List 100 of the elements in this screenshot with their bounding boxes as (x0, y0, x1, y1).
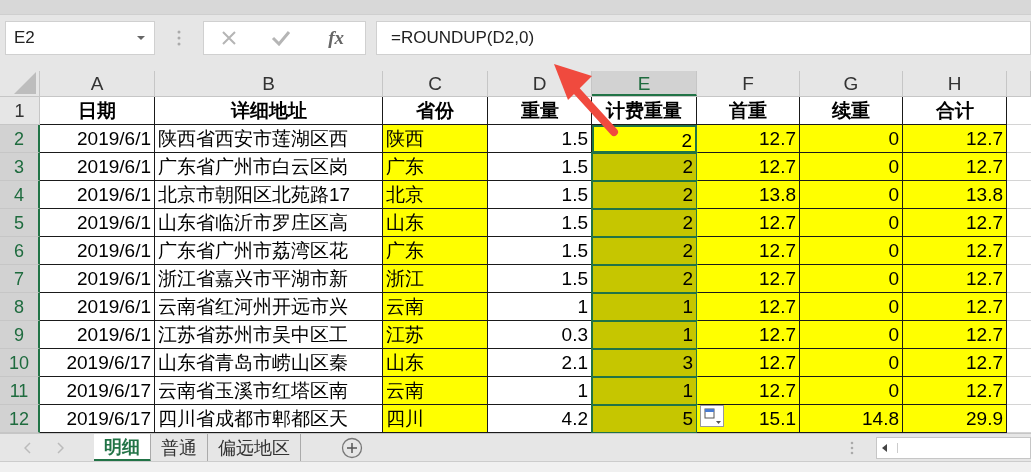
table-cell[interactable]: 5 (592, 405, 697, 433)
table-cell[interactable]: 详细地址 (155, 97, 383, 125)
column-header[interactable]: B (155, 71, 383, 96)
table-cell[interactable]: 重量 (488, 97, 592, 125)
table-cell[interactable]: 云南省红河州开远市兴 (155, 293, 383, 321)
table-cell[interactable]: 0 (800, 237, 903, 265)
cancel-icon[interactable] (220, 30, 237, 46)
paste-options-popup[interactable] (700, 405, 724, 427)
table-cell[interactable]: 云南 (383, 377, 488, 405)
column-header[interactable]: H (903, 71, 1007, 96)
table-cell[interactable]: 2 (592, 125, 697, 153)
table-cell[interactable]: 陕西 (383, 125, 488, 153)
table-cell[interactable]: 省份 (383, 97, 488, 125)
table-cell[interactable]: 0 (800, 293, 903, 321)
table-cell[interactable]: 0 (800, 349, 903, 377)
table-cell[interactable]: 0 (800, 209, 903, 237)
table-cell[interactable]: 29.9 (903, 405, 1007, 433)
table-cell[interactable]: 12.7 (903, 321, 1007, 349)
table-cell[interactable]: 12.7 (697, 125, 800, 153)
table-cell[interactable]: 2019/6/17 (40, 377, 155, 405)
row-header[interactable]: 4 (0, 181, 40, 209)
table-cell[interactable]: 12.7 (903, 209, 1007, 237)
table-cell[interactable]: 广东 (383, 237, 488, 265)
table-cell[interactable]: 山东 (383, 349, 488, 377)
table-cell[interactable]: 2019/6/1 (40, 209, 155, 237)
table-cell[interactable]: 13.8 (903, 181, 1007, 209)
table-cell[interactable]: 12.7 (697, 293, 800, 321)
table-cell[interactable]: 四川 (383, 405, 488, 433)
column-header[interactable]: C (383, 71, 488, 96)
table-cell[interactable]: 12.7 (697, 237, 800, 265)
table-cell[interactable]: 2019/6/1 (40, 293, 155, 321)
table-cell[interactable]: 2 (592, 237, 697, 265)
table-cell[interactable]: 12.7 (697, 349, 800, 377)
table-cell[interactable]: 0 (800, 153, 903, 181)
row-header[interactable]: 11 (0, 377, 40, 405)
table-cell[interactable]: 12.7 (697, 377, 800, 405)
table-cell[interactable]: 12.7 (903, 237, 1007, 265)
insert-function-button[interactable]: fx (324, 27, 349, 49)
caret-icon[interactable] (136, 35, 146, 41)
table-cell[interactable]: 13.8 (697, 181, 800, 209)
table-cell[interactable]: 0 (800, 181, 903, 209)
table-cell[interactable]: 2 (592, 209, 697, 237)
column-header[interactable]: G (800, 71, 903, 96)
table-cell[interactable]: 合计 (903, 97, 1007, 125)
table-cell[interactable]: 14.8 (800, 405, 903, 433)
table-cell[interactable]: 2019/6/1 (40, 181, 155, 209)
row-header[interactable]: 2 (0, 125, 40, 153)
table-cell[interactable]: 山东省青岛市崂山区秦 (155, 349, 383, 377)
column-header[interactable]: A (40, 71, 155, 96)
row-header[interactable]: 7 (0, 265, 40, 293)
table-cell[interactable]: 12.7 (903, 349, 1007, 377)
table-cell[interactable]: 北京市朝阳区北苑路17 (155, 181, 383, 209)
table-cell[interactable]: 山东 (383, 209, 488, 237)
table-cell[interactable]: 12.7 (697, 209, 800, 237)
table-cell[interactable]: 浙江省嘉兴市平湖市新 (155, 265, 383, 293)
scroll-left-icon[interactable] (881, 443, 898, 453)
row-header[interactable]: 10 (0, 349, 40, 377)
table-cell[interactable]: 首重 (697, 97, 800, 125)
next-sheet-icon[interactable] (56, 442, 64, 454)
table-cell[interactable]: 浙江 (383, 265, 488, 293)
check-icon[interactable] (270, 30, 291, 46)
table-cell[interactable]: 江苏省苏州市吴中区工 (155, 321, 383, 349)
table-cell[interactable]: 1 (592, 321, 697, 349)
table-cell[interactable]: 12.7 (697, 265, 800, 293)
table-cell[interactable]: 12.7 (903, 293, 1007, 321)
previous-sheet-icon[interactable] (24, 442, 32, 454)
table-cell[interactable]: 12.7 (903, 265, 1007, 293)
table-cell[interactable]: 12.7 (697, 321, 800, 349)
sheet-tab[interactable]: 明细 (94, 434, 151, 462)
table-cell[interactable]: 0 (800, 377, 903, 405)
table-cell[interactable]: 1 (592, 293, 697, 321)
table-cell[interactable]: 云南 (383, 293, 488, 321)
table-cell[interactable]: 陕西省西安市莲湖区西 (155, 125, 383, 153)
horizontal-scrollbar[interactable] (876, 437, 1031, 459)
table-cell[interactable]: 山东省临沂市罗庄区高 (155, 209, 383, 237)
table-cell[interactable]: 计费重量 (592, 97, 697, 125)
row-header[interactable]: 8 (0, 293, 40, 321)
table-cell[interactable]: 0 (800, 321, 903, 349)
table-cell[interactable]: 2019/6/1 (40, 321, 155, 349)
row-header[interactable]: 9 (0, 321, 40, 349)
table-cell[interactable]: 3 (592, 349, 697, 377)
table-cell[interactable]: 广东 (383, 153, 488, 181)
formula-field[interactable]: =ROUNDUP(D2,0) (376, 21, 1031, 55)
row-header[interactable]: 3 (0, 153, 40, 181)
table-cell[interactable]: 江苏 (383, 321, 488, 349)
row-header[interactable]: 6 (0, 237, 40, 265)
column-header[interactable]: F (697, 71, 800, 96)
table-cell[interactable]: 2019/6/1 (40, 265, 155, 293)
table-cell[interactable]: 2019/6/17 (40, 349, 155, 377)
table-cell[interactable]: 2 (592, 153, 697, 181)
table-cell[interactable]: 广东省广州市荔湾区花 (155, 237, 383, 265)
table-cell[interactable]: 12.7 (697, 153, 800, 181)
table-cell[interactable]: 2019/6/1 (40, 153, 155, 181)
table-cell[interactable]: 12.7 (903, 125, 1007, 153)
table-cell[interactable]: 广东省广州市白云区岗 (155, 153, 383, 181)
table-cell[interactable]: 12.7 (903, 153, 1007, 181)
row-header[interactable]: 1 (0, 97, 40, 125)
table-cell[interactable]: 2 (592, 181, 697, 209)
table-cell[interactable]: 云南省玉溪市红塔区南 (155, 377, 383, 405)
table-cell[interactable]: 1 (592, 377, 697, 405)
